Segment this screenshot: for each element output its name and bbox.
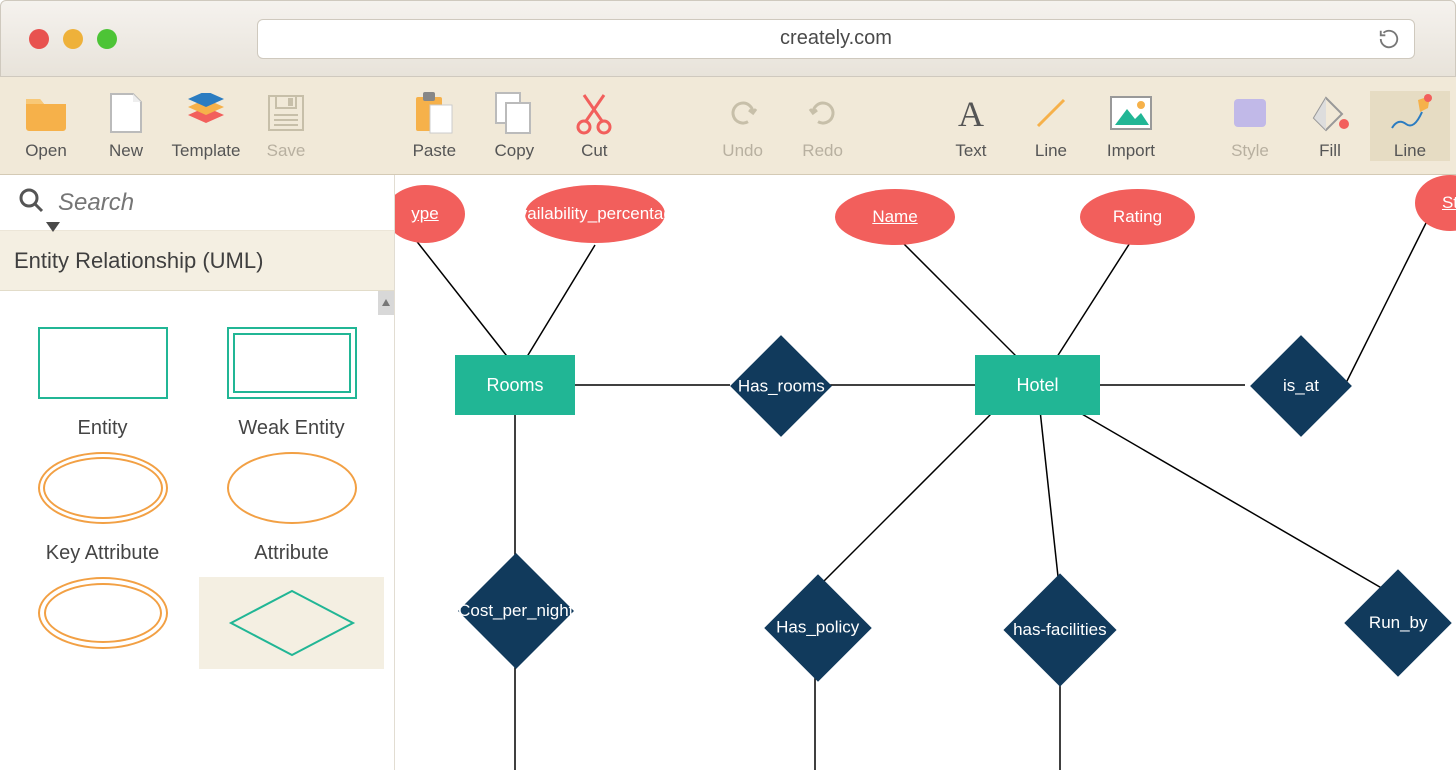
attr-name[interactable]: Name: [835, 189, 955, 245]
import-label: Import: [1107, 141, 1155, 161]
redo-icon: [801, 91, 845, 135]
template-icon: [184, 91, 228, 135]
attr-availability[interactable]: Availability_percentage: [525, 185, 665, 243]
copy-icon: [492, 91, 536, 135]
entity-hotel[interactable]: Hotel: [975, 355, 1100, 415]
maximize-window-button[interactable]: [97, 29, 117, 49]
import-button[interactable]: Import: [1091, 91, 1171, 161]
image-icon: [1109, 91, 1153, 135]
multivalued-shape-icon: [38, 577, 168, 649]
shape-search-row: [0, 175, 394, 231]
window-controls: [1, 29, 117, 49]
undo-label: Undo: [722, 141, 763, 161]
line-style-button[interactable]: Line: [1370, 91, 1450, 161]
diagram-canvas[interactable]: ype Availability_percentage Name Rating …: [395, 175, 1456, 770]
cut-label: Cut: [581, 141, 607, 161]
fill-label: Fill: [1319, 141, 1341, 161]
entity-shape-icon: [38, 327, 168, 399]
paste-label: Paste: [413, 141, 456, 161]
key-attribute-label: Key Attribute: [46, 542, 159, 565]
paste-icon: [412, 91, 456, 135]
shape-category-header[interactable]: Entity Relationship (UML): [0, 231, 394, 291]
fill-icon: [1308, 91, 1352, 135]
style-button[interactable]: Style: [1210, 91, 1290, 161]
shape-multivalued-attribute[interactable]: [10, 577, 195, 669]
shape-relationship[interactable]: [199, 577, 384, 669]
copy-button[interactable]: Copy: [474, 91, 554, 161]
text-icon: A: [949, 91, 993, 135]
fill-button[interactable]: Fill: [1290, 91, 1370, 161]
attr-rating[interactable]: Rating: [1080, 189, 1195, 245]
cut-icon: [572, 91, 616, 135]
copy-label: Copy: [494, 141, 534, 161]
style-icon: [1228, 91, 1272, 135]
collapse-triangle-icon[interactable]: [46, 222, 60, 232]
reload-icon[interactable]: [1378, 28, 1400, 50]
line-label: Line: [1035, 141, 1067, 161]
redo-label: Redo: [802, 141, 843, 161]
category-label: Entity Relationship (UML): [14, 248, 263, 274]
open-label: Open: [25, 141, 67, 161]
shapes-panel: Entity Weak Entity Key Attribute Attribu…: [0, 291, 394, 770]
line-icon: [1029, 91, 1073, 135]
undo-button[interactable]: Undo: [703, 91, 783, 161]
shape-attribute[interactable]: Attribute: [199, 452, 384, 565]
template-button[interactable]: Template: [166, 91, 246, 161]
folder-icon: [24, 91, 68, 135]
address-url: creately.com: [780, 27, 892, 50]
cut-button[interactable]: Cut: [554, 91, 634, 161]
open-button[interactable]: Open: [6, 91, 86, 161]
line-style-label: Line: [1394, 141, 1426, 161]
undo-icon: [721, 91, 765, 135]
attribute-label: Attribute: [254, 542, 328, 565]
attribute-shape-icon: [227, 452, 357, 524]
text-label: Text: [955, 141, 986, 161]
redo-button[interactable]: Redo: [783, 91, 863, 161]
scrollbar-up-button[interactable]: [378, 291, 394, 315]
shape-key-attribute[interactable]: Key Attribute: [10, 452, 195, 565]
save-icon: [264, 91, 308, 135]
new-file-icon: [104, 91, 148, 135]
paste-button[interactable]: Paste: [394, 91, 474, 161]
pencil-icon: [1388, 91, 1432, 135]
shape-weak-entity[interactable]: Weak Entity: [199, 327, 384, 440]
minimize-window-button[interactable]: [63, 29, 83, 49]
address-bar[interactable]: creately.com: [257, 19, 1415, 59]
svg-text:A: A: [958, 94, 984, 132]
relationship-shape-icon: [227, 587, 357, 659]
template-label: Template: [172, 141, 241, 161]
workspace: Entity Relationship (UML) Entity Weak En…: [0, 175, 1456, 770]
text-tool-button[interactable]: A Text: [931, 91, 1011, 161]
main-toolbar: Open New Template Save: [0, 77, 1456, 175]
style-label: Style: [1231, 141, 1269, 161]
shapes-sidebar: Entity Relationship (UML) Entity Weak En…: [0, 175, 395, 770]
entity-rooms[interactable]: Rooms: [455, 355, 575, 415]
new-label: New: [109, 141, 143, 161]
weak-entity-shape-icon: [227, 327, 357, 399]
search-input[interactable]: [58, 189, 376, 217]
new-button[interactable]: New: [86, 91, 166, 161]
weak-entity-label: Weak Entity: [238, 417, 344, 440]
browser-chrome: creately.com: [0, 0, 1456, 77]
entity-label: Entity: [77, 417, 127, 440]
key-attribute-shape-icon: [38, 452, 168, 524]
close-window-button[interactable]: [29, 29, 49, 49]
save-label: Save: [267, 141, 306, 161]
shape-entity[interactable]: Entity: [10, 327, 195, 440]
line-tool-button[interactable]: Line: [1011, 91, 1091, 161]
search-icon: [18, 187, 44, 218]
save-button[interactable]: Save: [246, 91, 326, 161]
